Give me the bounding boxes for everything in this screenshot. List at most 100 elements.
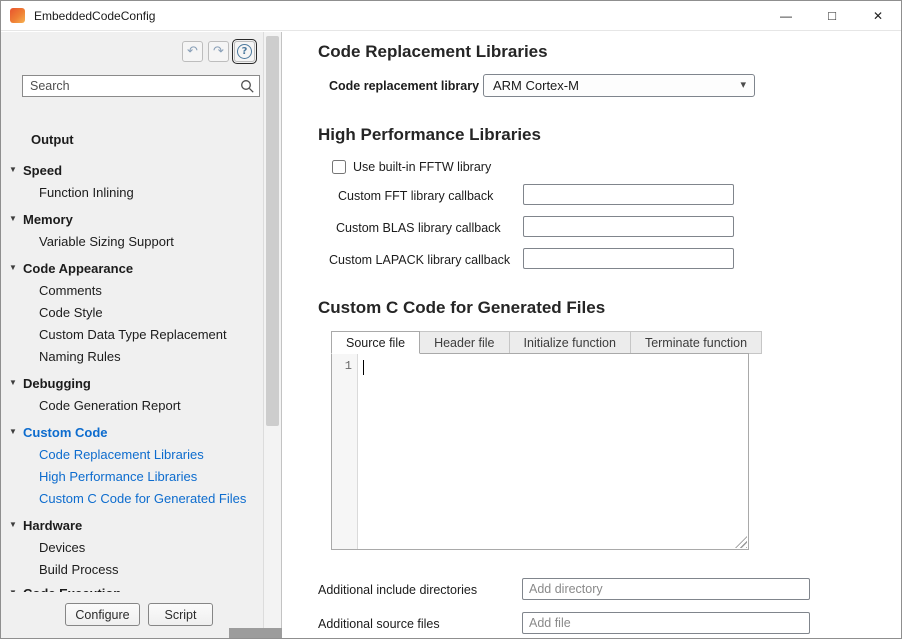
tree-item-label: Code Replacement Libraries [39,447,204,462]
collapse-arrow-icon: ▼ [9,428,17,436]
fftw-checkbox-label: Use built-in FFTW library [353,160,491,174]
tree-item-label: Build Process [39,562,118,577]
code-editor[interactable]: 1 [331,353,749,550]
dropdown-selected-value: ARM Cortex-M [493,78,579,93]
text-cursor [363,360,364,375]
collapse-arrow-icon: ▼ [9,521,17,529]
tree-item-comments[interactable]: Comments [1,279,263,301]
search-box [22,75,260,97]
tree-item-label: Naming Rules [39,349,121,364]
tree-section-memory[interactable]: ▼ Memory [1,208,263,230]
code-replacement-library-dropdown[interactable]: ARM Cortex-M ▾ [483,74,755,97]
custom-fft-label: Custom FFT library callback [338,189,493,203]
tree-section-label: Output [31,132,74,147]
tree-item-label: Variable Sizing Support [39,234,174,249]
help-button[interactable]: ? [234,41,255,62]
line-number-gutter: 1 [332,354,358,549]
maximize-button[interactable]: □ [809,1,855,30]
sidebar-toolbar: ↶ ↷ ? [182,41,255,62]
window-title: EmbeddedCodeConfig [34,9,155,23]
tree-item-code-style[interactable]: Code Style [1,301,263,323]
tree-item-label: Function Inlining [39,185,134,200]
titlebar: EmbeddedCodeConfig — □ ✕ [1,1,901,31]
additional-source-files-input[interactable] [522,612,810,634]
collapse-arrow-icon: ▼ [9,264,17,272]
tree-section-label: Code Appearance [23,261,133,276]
configure-button[interactable]: Configure [65,603,140,626]
chevron-down-icon: ▾ [740,78,746,91]
tree-section-label: Custom Code [23,425,108,440]
settings-panel: Code Replacement Libraries Code replacem… [283,32,901,638]
custom-fft-input[interactable] [523,184,734,205]
help-icon: ? [237,44,252,59]
tree-item-label: Custom Data Type Replacement [39,327,227,342]
undo-icon: ↶ [187,44,198,59]
tree-section-label: Debugging [23,376,91,391]
tree-item-label: Code Generation Report [39,398,181,413]
tree-item-devices[interactable]: Devices [1,536,263,558]
code-replacement-library-label: Code replacement library [329,79,479,93]
collapse-arrow-icon: ▼ [9,166,17,174]
tree-item-build-process[interactable]: Build Process [1,558,263,580]
custom-lapack-input[interactable] [523,248,734,269]
custom-lapack-label: Custom LAPACK library callback [329,253,510,267]
close-button[interactable]: ✕ [855,1,901,30]
fftw-checkbox[interactable] [332,160,346,174]
tree-section-debugging[interactable]: ▼ Debugging [1,372,263,394]
additional-include-directories-input[interactable] [522,578,810,600]
tree-item-function-inlining[interactable]: Function Inlining [1,181,263,203]
additional-include-directories-label: Additional include directories [318,583,477,597]
embedded-code-config-window: EmbeddedCodeConfig — □ ✕ ↶ ↷ ? Output ▼ S… [0,0,902,639]
additional-source-files-label: Additional source files [318,617,440,631]
sidebar: ↶ ↷ ? Output ▼ Speed Function Inlining ▼ M… [1,32,282,638]
tree-section-label: Hardware [23,518,82,533]
tree-item-custom-data-type-replacement[interactable]: Custom Data Type Replacement [1,323,263,345]
tree-section-label: Speed [23,163,62,178]
tab-header-file[interactable]: Header file [419,331,509,354]
tree-item-label: High Performance Libraries [39,469,197,484]
nav-tree: Output ▼Speed Function Inlining ▼Memory … [1,128,263,604]
tree-item-code-replacement-libraries[interactable]: Code Replacement Libraries [1,443,263,465]
custom-blas-label: Custom BLAS library callback [336,221,501,235]
search-icon [240,79,255,94]
tree-section-code-appearance[interactable]: ▼ Code Appearance [1,257,263,279]
tree-item-code-generation-report[interactable]: Code Generation Report [1,394,263,416]
tree-item-label: Code Style [39,305,103,320]
script-button[interactable]: Script [148,603,213,626]
tab-source-file[interactable]: Source file [331,331,420,354]
tree-section-hardware[interactable]: ▼ Hardware [1,514,263,536]
tree-section-speed[interactable]: ▼ Speed [1,159,263,181]
code-tabs: Source file Header file Initialize funct… [331,331,762,354]
section-heading-code-replacement: Code Replacement Libraries [318,42,548,62]
tab-terminate-function[interactable]: Terminate function [630,331,762,354]
scrollbar-thumb[interactable] [266,36,279,426]
tree-section-label: Memory [23,212,73,227]
search-input[interactable] [22,75,260,97]
resize-grip-icon[interactable] [735,536,747,548]
custom-blas-input[interactable] [523,216,734,237]
sidebar-bottom-panel: Configure Script [1,592,263,638]
sidebar-vertical-scrollbar[interactable] [263,32,281,638]
tree-item-naming-rules[interactable]: Naming Rules [1,345,263,367]
tree-section-custom-code[interactable]: ▼ Custom Code [1,421,263,443]
redo-button[interactable]: ↷ [208,41,229,62]
redo-icon: ↷ [213,44,224,59]
tree-item-high-performance-libraries[interactable]: High Performance Libraries [1,465,263,487]
line-number: 1 [345,359,352,373]
tree-item-label: Devices [39,540,85,555]
tab-initialize-function[interactable]: Initialize function [509,331,631,354]
minimize-button[interactable]: — [763,1,809,30]
section-heading-high-performance: High Performance Libraries [318,125,541,145]
window-controls: — □ ✕ [763,1,901,30]
collapse-arrow-icon: ▼ [9,215,17,223]
undo-button[interactable]: ↶ [182,41,203,62]
section-heading-custom-c-code: Custom C Code for Generated Files [318,298,605,318]
app-icon [10,8,25,23]
horizontal-scrollbar-thumb[interactable] [229,628,282,638]
tree-item-variable-sizing-support[interactable]: Variable Sizing Support [1,230,263,252]
tree-section-output[interactable]: Output [1,128,263,150]
collapse-arrow-icon: ▼ [9,379,17,387]
tree-item-label: Custom C Code for Generated Files [39,491,246,506]
tree-item-custom-c-code-for-generated-files[interactable]: Custom C Code for Generated Files [1,487,263,509]
tree-item-label: Comments [39,283,102,298]
